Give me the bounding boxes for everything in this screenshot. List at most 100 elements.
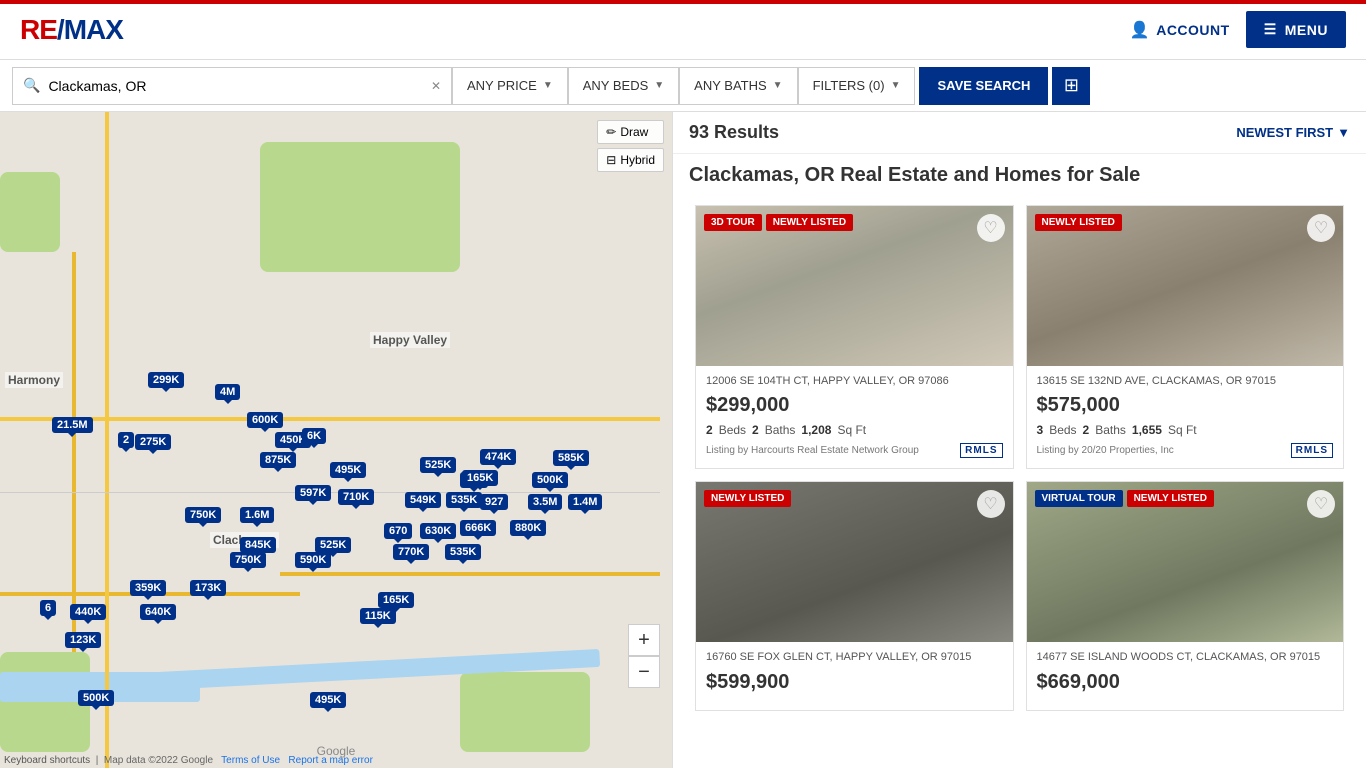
price-pin[interactable]: 6K — [302, 428, 326, 444]
price-pin[interactable]: 115K — [360, 608, 396, 624]
listing-badge: NEWLY LISTED — [1127, 490, 1214, 507]
price-pin[interactable]: 750K — [230, 552, 266, 568]
listing-details: 2 Beds 2 Baths 1,208 Sq Ft — [706, 423, 1003, 437]
price-filter[interactable]: ANY PRICE ▼ — [452, 67, 568, 105]
search-input[interactable] — [48, 78, 423, 94]
price-pin[interactable]: 880K — [510, 520, 546, 536]
more-filters[interactable]: FILTERS (0) ▼ — [798, 67, 916, 105]
price-pin[interactable]: 275K — [135, 434, 171, 450]
results-panel: 93 Results NEWEST FIRST ▼ Clackamas, OR … — [672, 112, 1366, 768]
filters-label: FILTERS (0) — [813, 78, 885, 93]
listing-card[interactable]: NEWLY LISTED ♡ 13615 SE 132ND AVE, Clack… — [1026, 205, 1345, 469]
listing-info: 14677 SE ISLAND WOODS CT, Clackamas, OR … — [1027, 642, 1344, 709]
favorite-button[interactable]: ♡ — [977, 490, 1005, 518]
price-pin[interactable]: 535K — [446, 492, 482, 508]
price-pin[interactable]: 875K — [260, 452, 296, 468]
beds-filter[interactable]: ANY BEDS ▼ — [568, 67, 679, 105]
keyboard-shortcuts[interactable]: Keyboard shortcuts — [4, 755, 90, 766]
favorite-button[interactable]: ♡ — [1307, 490, 1335, 518]
price-pin[interactable]: 525K — [315, 537, 351, 553]
price-pin[interactable]: 845K — [240, 537, 276, 553]
zoom-in-button[interactable]: + — [628, 624, 660, 656]
price-pin[interactable]: 474K — [480, 449, 516, 465]
terms-link[interactable]: Terms of Use — [221, 755, 280, 766]
price-pin[interactable]: 585K — [553, 450, 589, 466]
price-pin[interactable]: 299K — [148, 372, 184, 388]
favorite-button[interactable]: ♡ — [1307, 214, 1335, 242]
baths-chevron-icon: ▼ — [773, 80, 783, 91]
listing-badge: 3D TOUR — [704, 214, 762, 231]
price-pin[interactable]: 549K — [405, 492, 441, 508]
listing-price: $299,000 — [706, 394, 1003, 417]
save-search-button[interactable]: SAVE SEARCH — [919, 67, 1048, 105]
price-pin[interactable]: 927 — [480, 494, 508, 510]
price-pin[interactable]: 359K — [130, 580, 166, 596]
price-pin[interactable]: 500K — [532, 472, 568, 488]
price-pin[interactable]: 1.4M — [568, 494, 602, 510]
clear-icon[interactable]: ✕ — [431, 79, 441, 93]
price-pin[interactable]: 500K — [78, 690, 114, 706]
hybrid-button[interactable]: ⊟ Hybrid — [597, 148, 664, 172]
results-header: 93 Results NEWEST FIRST ▼ — [673, 112, 1366, 154]
price-pin[interactable]: 750K — [185, 507, 221, 523]
price-pin[interactable]: 770K — [393, 544, 429, 560]
sort-button[interactable]: NEWEST FIRST ▼ — [1236, 125, 1350, 140]
price-pin[interactable]: 495K — [330, 462, 366, 478]
agent-name: Listing by 20/20 Properties, Inc — [1037, 445, 1174, 456]
road-v-2 — [72, 252, 76, 652]
badge-row: NEWLY LISTED — [1035, 214, 1122, 231]
road-h-3 — [280, 572, 660, 576]
header: RE/MAX 👤 ACCOUNT ☰ MENU — [0, 0, 1366, 60]
price-pin[interactable]: 3.5M — [528, 494, 562, 510]
price-pin[interactable]: 525K — [420, 457, 456, 473]
price-pin[interactable]: 710K — [338, 489, 374, 505]
listing-price: $575,000 — [1037, 394, 1334, 417]
menu-button[interactable]: ☰ MENU — [1246, 11, 1346, 48]
price-chevron-icon: ▼ — [543, 80, 553, 91]
account-button[interactable]: 👤 ACCOUNT — [1130, 20, 1230, 40]
listing-card[interactable]: NEWLY LISTED ♡ 16760 SE FOX GLEN CT, Hap… — [695, 481, 1014, 710]
price-pin[interactable]: 670 — [384, 523, 412, 539]
sort-chevron-icon: ▼ — [1337, 125, 1350, 140]
sqft-value: 1,208 — [801, 423, 831, 437]
price-pin[interactable]: 630K — [420, 523, 456, 539]
price-pin[interactable]: 590K — [295, 552, 331, 568]
listing-badge: VIRTUAL TOUR — [1035, 490, 1123, 507]
map-toggle-button[interactable]: ⊞ — [1052, 67, 1090, 105]
listing-image: VIRTUAL TOURNEWLY LISTED ♡ — [1027, 482, 1344, 642]
price-pin[interactable]: 173K — [190, 580, 226, 596]
draw-button[interactable]: ✏ Draw — [597, 120, 664, 144]
price-pin[interactable]: 6 — [40, 600, 56, 616]
price-pin[interactable]: 666K — [460, 520, 496, 536]
agent-name: Listing by Harcourts Real Estate Network… — [706, 445, 919, 456]
price-pin[interactable]: 2 — [118, 432, 134, 448]
google-logo: Google — [317, 742, 356, 760]
results-count: 93 Results — [689, 122, 779, 143]
baths-filter[interactable]: ANY BATHS ▼ — [679, 67, 797, 105]
listing-card[interactable]: 3D TOURNEWLY LISTED ♡ 12006 SE 104TH CT,… — [695, 205, 1014, 469]
listing-card[interactable]: VIRTUAL TOURNEWLY LISTED ♡ 14677 SE ISLA… — [1026, 481, 1345, 710]
search-icon: 🔍 — [23, 77, 40, 94]
price-pin[interactable]: 640K — [140, 604, 176, 620]
price-pin[interactable]: 165K — [462, 470, 498, 486]
price-pin[interactable]: 440K — [70, 604, 106, 620]
price-pin[interactable]: 535K — [445, 544, 481, 560]
price-pin[interactable]: 123K — [65, 632, 101, 648]
park-area-4 — [460, 672, 590, 752]
beds-value: 3 — [1037, 423, 1044, 437]
zoom-out-button[interactable]: − — [628, 656, 660, 688]
account-label: ACCOUNT — [1156, 22, 1230, 38]
map-background[interactable]: Harmony Happy Valley Clackamas 299K4M600… — [0, 112, 672, 768]
price-pin[interactable]: 21.5M — [52, 417, 93, 433]
location-search[interactable]: 🔍 ✕ — [12, 67, 452, 105]
price-pin[interactable]: 1.6M — [240, 507, 274, 523]
price-pin[interactable]: 4M — [215, 384, 240, 400]
price-pin[interactable]: 495K — [310, 692, 346, 708]
price-pin[interactable]: 165K — [378, 592, 414, 608]
price-pin[interactable]: 597K — [295, 485, 331, 501]
layers-icon: ⊟ — [606, 153, 616, 167]
price-pin[interactable]: 600K — [247, 412, 283, 428]
hybrid-label: Hybrid — [620, 153, 655, 167]
favorite-button[interactable]: ♡ — [977, 214, 1005, 242]
beds-filter-label: ANY BEDS — [583, 78, 649, 93]
